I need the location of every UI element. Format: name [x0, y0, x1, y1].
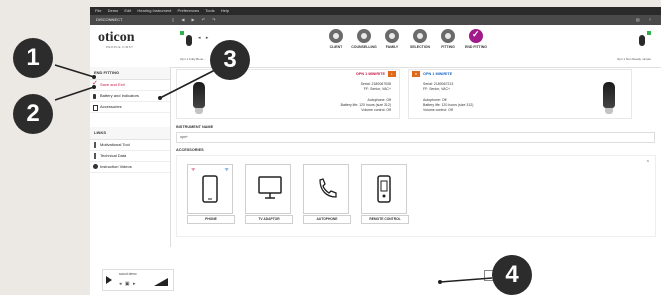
callout-1: 1	[13, 38, 53, 78]
callout-2: 2	[13, 94, 53, 134]
callout-3: 3	[210, 40, 250, 80]
callout-4: 4	[492, 255, 532, 295]
callout-lines	[54, 64, 493, 284]
